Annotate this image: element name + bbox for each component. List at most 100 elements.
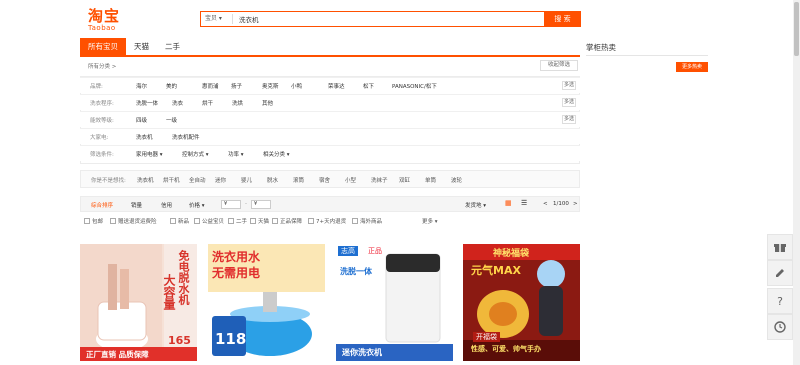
more-hot-button[interactable]: 更多热卖 [676, 62, 708, 72]
product-card[interactable]: 洗衣用水 无需用电 118 [208, 244, 325, 361]
filter-dropdown[interactable]: 相关分类 ▾ [263, 150, 290, 158]
breadcrumb[interactable]: 所有分类 > [88, 62, 116, 70]
tab-underline [80, 55, 580, 57]
filter-option[interactable]: 惠而浦 [202, 82, 219, 90]
search-scope-select[interactable]: 宝贝 ▾ [205, 14, 233, 24]
checkbox-overseas[interactable]: 海外商品 [352, 217, 382, 225]
filter-row-conditions: 筛选条件: 家用电器 ▾ 控制方式 ▾ 功率 ▾ 相关分类 ▾ [80, 145, 580, 161]
checkbox-charity[interactable]: 公益宝贝 [194, 217, 224, 225]
filter-label: 品牌: [90, 84, 103, 90]
multi-select-button[interactable]: 多选 [562, 81, 576, 90]
tab-tmall[interactable]: 天猫 [126, 38, 157, 55]
related-item[interactable]: 全自动 [189, 176, 206, 184]
related-item[interactable]: 滚筒 [293, 176, 304, 184]
open-bag-badge: 开福袋 [473, 332, 500, 342]
filter-row-appliance: 大家电: 洗衣机 洗衣机配件 [80, 128, 580, 144]
logo-chinese: 淘宝 [88, 7, 121, 25]
collapse-filter-button[interactable]: 收起筛选 [540, 60, 578, 71]
price-from-input[interactable]: ¥ [221, 200, 241, 209]
filter-option[interactable]: 其他 [262, 99, 273, 107]
product-footer: 性感、可爱、帅气手办 [471, 345, 541, 353]
filter-option[interactable]: 海尔 [136, 82, 147, 90]
list-view-icon[interactable]: ☰ [521, 199, 527, 207]
filter-option[interactable]: 奥克斯 [262, 82, 279, 90]
history-icon[interactable] [767, 314, 793, 340]
product-card[interactable]: 免电脱水机 大容量 165 正厂直销 品质保障 [80, 244, 197, 361]
related-item[interactable]: 烘干机 [163, 176, 180, 184]
brand-badge: 志高 [338, 246, 358, 256]
related-item[interactable]: 双缸 [399, 176, 410, 184]
filter-checkboxes: 包邮 赠送退货运费险 新品 公益宝贝 二手 天猫 正品保障 7+天内退货 海外商… [80, 214, 580, 228]
filter-dropdown[interactable]: 控制方式 ▾ [182, 150, 209, 158]
filter-option[interactable]: 四级 [136, 116, 147, 124]
related-item[interactable]: 宿舍 [319, 176, 330, 184]
filter-option[interactable]: 洗衣 [172, 99, 183, 107]
sort-sales[interactable]: 销量 [131, 201, 142, 209]
tab-all-items[interactable]: 所有宝贝 [80, 38, 126, 55]
related-item[interactable]: 婴儿 [241, 176, 252, 184]
sort-price[interactable]: 价格 ▾ [189, 201, 205, 209]
filter-dropdown[interactable]: 功率 ▾ [228, 150, 244, 158]
multi-select-button[interactable]: 多选 [562, 115, 576, 124]
product-card[interactable]: 神秘福袋 元气MAX 开福袋 性感、可爱、帅气手办 [463, 244, 580, 361]
product-footer: 迷你洗衣机 [342, 348, 382, 357]
related-item[interactable]: 单筒 [425, 176, 436, 184]
logo-english: Taobao [88, 24, 116, 32]
related-item[interactable]: 洗袜子 [371, 176, 388, 184]
filter-option[interactable]: 洗衣机配件 [172, 133, 200, 141]
filter-option[interactable]: 洗烘 [232, 99, 243, 107]
filter-option[interactable]: 扬子 [231, 82, 242, 90]
help-icon[interactable]: ? [767, 288, 793, 314]
page-indicator: 1/100 [553, 201, 569, 207]
filter-option[interactable]: 荣事达 [328, 82, 345, 90]
filter-option[interactable]: 小鸭 [291, 82, 302, 90]
filter-label: 大家电: [90, 135, 109, 141]
product-headline: 神秘福袋 [493, 249, 530, 259]
sort-credit[interactable]: 信用 [161, 201, 172, 209]
related-item[interactable]: 脱水 [267, 176, 278, 184]
filter-row-brand: 品牌: 海尔 美的 惠而浦 扬子 奥克斯 小鸭 荣事达 松下 PANASONIC… [80, 77, 580, 93]
ship-from-dropdown[interactable]: 发货地 ▾ [465, 201, 486, 209]
search-bar: 宝贝 ▾ 洗衣机 搜 索 [200, 11, 581, 27]
prev-page-icon[interactable]: < [543, 201, 548, 207]
checkbox-tmall[interactable]: 天猫 [250, 217, 269, 225]
price-to-input[interactable]: ¥ [251, 200, 271, 209]
product-card[interactable]: 志高 正品 洗脱一体 迷你洗衣机 [336, 244, 453, 361]
filter-option[interactable]: 美的 [166, 82, 177, 90]
product-headline: 洗衣用水 [212, 250, 261, 264]
checkbox-free-shipping[interactable]: 包邮 [84, 217, 103, 225]
multi-select-button[interactable]: 多选 [562, 98, 576, 107]
related-item[interactable]: 波轮 [451, 176, 462, 184]
filter-row-program: 洗衣程序: 洗脱一体 洗衣 烘干 洗烘 其他 多选 [80, 94, 580, 110]
filter-option[interactable]: 松下 [363, 82, 374, 90]
next-page-icon[interactable]: > [573, 201, 578, 207]
checkbox-new[interactable]: 新品 [170, 217, 189, 225]
related-item[interactable]: 洗衣机 [137, 176, 154, 184]
search-input[interactable]: 洗衣机 [239, 14, 544, 24]
taobao-logo[interactable]: 淘宝 Taobao [88, 8, 134, 34]
checkbox-return-insurance[interactable]: 赠送退货运费险 [110, 217, 157, 225]
sort-bar: 综合排序 销量 信用 价格 ▾ ¥ - ¥ 发货地 ▾ ▦ ☰ < 1/100 … [80, 196, 580, 212]
tab-second-hand[interactable]: 二手 [157, 38, 188, 55]
filter-dropdown[interactable]: 家用电器 ▾ [136, 150, 163, 158]
checkbox-7day-return[interactable]: 7+天内退货 [308, 217, 346, 225]
related-item[interactable]: 小型 [345, 176, 356, 184]
search-tabs: 所有宝贝 天猫 二手 [80, 38, 188, 55]
product-footer: 正厂直销 品质保障 [86, 350, 149, 359]
edit-icon[interactable] [767, 260, 793, 286]
search-button[interactable]: 搜 索 [544, 11, 581, 27]
filter-option[interactable]: 洗衣机 [136, 133, 153, 141]
sort-default[interactable]: 综合排序 [91, 201, 113, 209]
checkbox-authentic[interactable]: 正品保障 [272, 217, 302, 225]
filter-option[interactable]: 烘干 [202, 99, 213, 107]
checkbox-second-hand[interactable]: 二手 [228, 217, 247, 225]
filter-option[interactable]: PANASONIC/松下 [392, 82, 437, 90]
filter-label: 洗衣程序: [90, 101, 114, 107]
filter-option[interactable]: 洗脱一体 [136, 99, 158, 107]
filter-option[interactable]: 一级 [166, 116, 177, 124]
grid-view-icon[interactable]: ▦ [505, 199, 512, 207]
scrollbar-thumb[interactable] [794, 2, 799, 56]
gift-icon[interactable] [767, 234, 793, 260]
more-filters-dropdown[interactable]: 更多 ▾ [422, 217, 438, 225]
related-item[interactable]: 迷你 [215, 176, 226, 184]
